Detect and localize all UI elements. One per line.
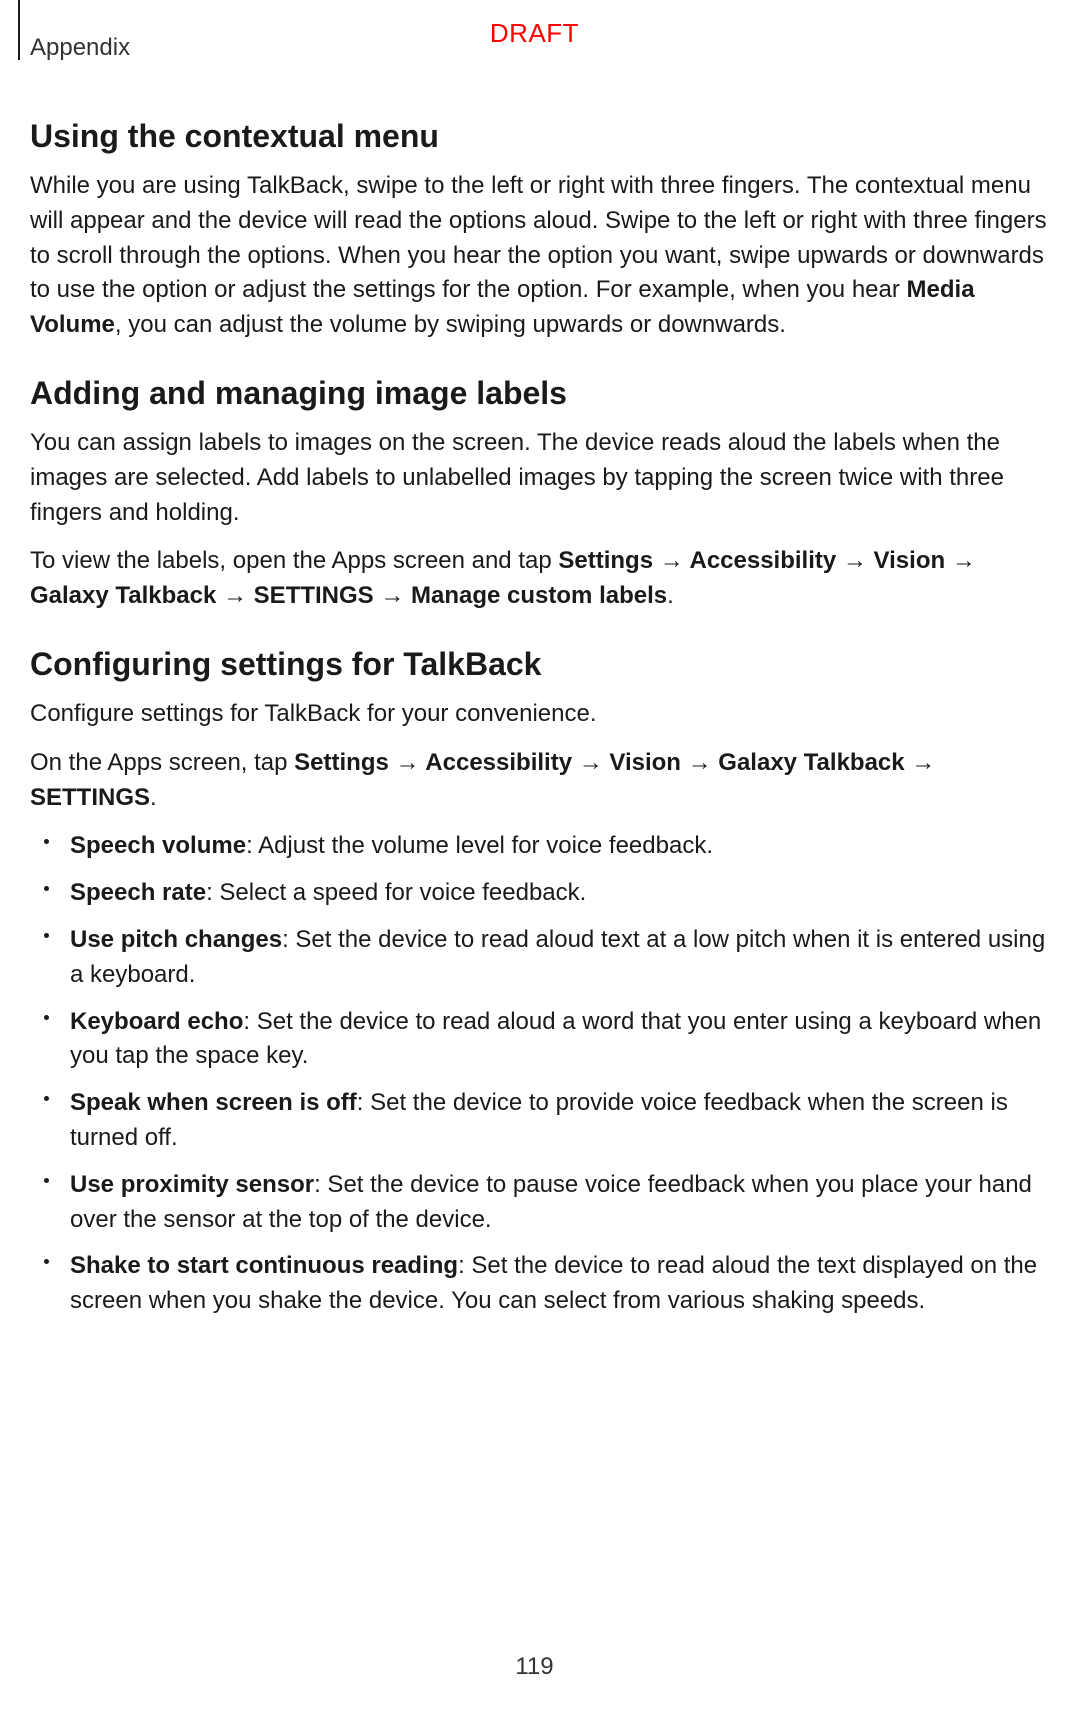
list-item: Use pitch changes: Set the device to rea… (30, 923, 1057, 993)
page-content: Using the contextual menu While you are … (30, 118, 1057, 1331)
list-item: Use proximity sensor: Set the device to … (30, 1168, 1057, 1238)
setting-name: Shake to start continuous reading (70, 1252, 458, 1279)
draft-watermark: DRAFT (0, 18, 1069, 49)
setting-name: Speech volume (70, 832, 246, 859)
paragraph-talkback-1: Configure settings for TalkBack for your… (30, 697, 1057, 732)
setting-desc: : Select a speed for voice feedback. (206, 879, 586, 906)
heading-image-labels: Adding and managing image labels (30, 375, 1057, 412)
bullet-icon (44, 1015, 49, 1020)
heading-talkback-settings: Configuring settings for TalkBack (30, 646, 1057, 683)
bullet-icon (44, 1259, 49, 1264)
setting-name: Speak when screen is off (70, 1089, 357, 1116)
settings-list: Speech volume: Adjust the volume level f… (30, 829, 1057, 1319)
setting-name: Speech rate (70, 879, 206, 906)
page-number: 119 (0, 1653, 1069, 1681)
bullet-icon (44, 1096, 49, 1101)
list-item: Keyboard echo: Set the device to read al… (30, 1005, 1057, 1075)
heading-contextual-menu: Using the contextual menu (30, 118, 1057, 155)
bullet-icon (44, 933, 49, 938)
list-item: Speech rate: Select a speed for voice fe… (30, 876, 1057, 911)
setting-name: Use proximity sensor (70, 1171, 314, 1198)
text-run: . (150, 784, 157, 811)
paragraph-contextual-menu: While you are using TalkBack, swipe to t… (30, 169, 1057, 343)
setting-name: Keyboard echo (70, 1008, 243, 1035)
list-item: Shake to start continuous reading: Set t… (30, 1249, 1057, 1319)
paragraph-talkback-2: On the Apps screen, tap Settings → Acces… (30, 746, 1057, 816)
list-item: Speak when screen is off: Set the device… (30, 1086, 1057, 1156)
bullet-icon (44, 1178, 49, 1183)
list-item: Speech volume: Adjust the volume level f… (30, 829, 1057, 864)
text-run: , you can adjust the volume by swiping u… (115, 311, 786, 338)
text-run: While you are using TalkBack, swipe to t… (30, 172, 1047, 303)
text-run: . (667, 582, 674, 609)
paragraph-image-labels-1: You can assign labels to images on the s… (30, 426, 1057, 530)
setting-desc: : Adjust the volume level for voice feed… (246, 832, 713, 859)
bullet-icon (44, 886, 49, 891)
text-run: On the Apps screen, tap (30, 749, 294, 776)
document-page: Appendix DRAFT Using the contextual menu… (0, 0, 1069, 1719)
setting-name: Use pitch changes (70, 926, 282, 953)
paragraph-image-labels-2: To view the labels, open the Apps screen… (30, 544, 1057, 614)
text-run: To view the labels, open the Apps screen… (30, 547, 558, 574)
bullet-icon (44, 839, 49, 844)
